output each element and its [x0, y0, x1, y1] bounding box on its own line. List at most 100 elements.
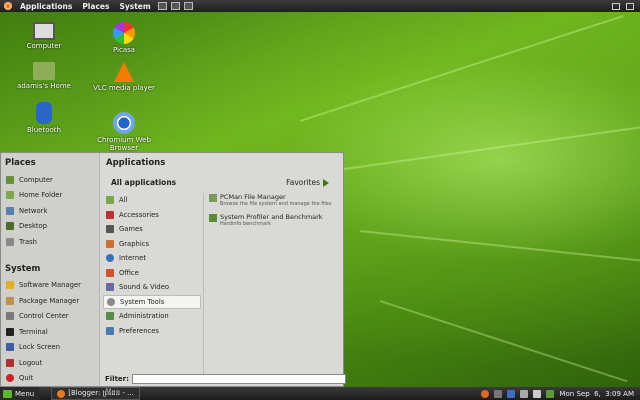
- picasa-icon: [113, 22, 135, 44]
- menu-icon: [3, 389, 12, 398]
- window-list-icon[interactable]: [612, 2, 620, 10]
- desktop-icon-picasa[interactable]: Picasa: [92, 22, 156, 54]
- category-games[interactable]: Games: [103, 222, 201, 237]
- shield-icon[interactable]: [507, 389, 516, 398]
- wallpaper-streak: [299, 14, 624, 122]
- network-icon[interactable]: [520, 389, 529, 398]
- category-label: Preferences: [119, 326, 159, 335]
- bottom-panel: Menu [Blogger: ព្រំដែន - ... Mon Sep 6, …: [0, 387, 640, 400]
- category-accessories[interactable]: Accessories: [103, 208, 201, 223]
- category-label: Graphics: [119, 239, 150, 248]
- applications-pane: Applications All applications Favorites …: [101, 153, 346, 386]
- wallpaper-streak: [379, 300, 628, 383]
- keyboard-icon[interactable]: [494, 389, 503, 398]
- category-graphics[interactable]: Graphics: [103, 237, 201, 252]
- all-icon: [106, 196, 114, 205]
- system-menu[interactable]: System: [114, 2, 155, 11]
- app-pcman-file-manager[interactable]: PCMan File Manager Browse the file syste…: [209, 193, 343, 207]
- bluetooth-icon: [36, 102, 52, 124]
- places-item-desktop[interactable]: Desktop: [1, 219, 99, 235]
- applications-menu[interactable]: Applications: [15, 2, 77, 11]
- file-manager-launcher-icon[interactable]: [157, 2, 167, 10]
- show-desktop-icon[interactable]: [626, 2, 634, 10]
- trash-icon: [6, 237, 14, 246]
- category-label: Internet: [119, 254, 146, 263]
- filter-input[interactable]: [131, 374, 346, 384]
- graphics-icon: [106, 239, 114, 248]
- places-column: Places Computer Home Folder Network Desk…: [1, 153, 100, 386]
- control-center-icon: [6, 312, 14, 321]
- category-list: All Accessories Games Graphics Internet …: [103, 193, 201, 338]
- category-internet[interactable]: Internet: [103, 251, 201, 266]
- update-notifier-icon[interactable]: [481, 389, 490, 398]
- category-label: Sound & Video: [119, 283, 170, 292]
- accessories-icon: [106, 210, 114, 219]
- battery-icon[interactable]: [546, 389, 555, 398]
- distro-logo-icon: [4, 2, 12, 10]
- software-manager-icon: [6, 281, 14, 290]
- system-item-logout[interactable]: Logout: [1, 355, 99, 371]
- applications-heading: Applications: [106, 158, 166, 168]
- app-description: Hardinfo benchmark: [220, 221, 272, 227]
- desktop-icon-vlc[interactable]: VLC media player: [92, 62, 156, 92]
- file-manager-icon: [209, 194, 217, 202]
- clock[interactable]: Mon Sep 6, 3:09 AM: [559, 390, 634, 398]
- app-system-profiler[interactable]: System Profiler and Benchmark Hardinfo b…: [209, 213, 343, 227]
- places-heading: Places: [5, 158, 36, 168]
- computer-icon: [6, 175, 14, 184]
- pane-divider: [203, 193, 204, 375]
- category-label: Administration: [119, 312, 169, 321]
- item-label: Desktop: [19, 222, 48, 231]
- favorites-label: Favorites: [286, 178, 320, 187]
- item-label: Package Manager: [19, 296, 80, 305]
- item-label: Computer: [19, 175, 53, 184]
- desktop-icon-label: Computer: [26, 42, 62, 50]
- category-sound-video[interactable]: Sound & Video: [103, 280, 201, 295]
- wallpaper-streak: [329, 125, 640, 172]
- system-item-control-center[interactable]: Control Center: [1, 309, 99, 325]
- desktop-icon-label: Picasa: [112, 46, 136, 54]
- system-item-terminal[interactable]: Terminal: [1, 324, 99, 340]
- places-item-home-folder[interactable]: Home Folder: [1, 188, 99, 204]
- volume-icon[interactable]: [533, 389, 542, 398]
- item-label: Terminal: [19, 327, 48, 336]
- system-item-package-manager[interactable]: Package Manager: [1, 293, 99, 309]
- system-item-quit[interactable]: Quit: [1, 371, 99, 387]
- system-item-software-manager[interactable]: Software Manager: [1, 278, 99, 294]
- category-all[interactable]: All: [103, 193, 201, 208]
- browser-launcher-icon[interactable]: [170, 2, 180, 10]
- quit-icon: [6, 374, 14, 383]
- desktop-icon-label: Bluetooth: [27, 126, 61, 134]
- desktop-icon-bluetooth[interactable]: Bluetooth: [12, 102, 76, 134]
- sound-video-icon: [106, 283, 114, 292]
- desktop-icon-home[interactable]: adamis's Home: [12, 62, 76, 90]
- desktop-icon-computer[interactable]: Computer: [12, 22, 76, 50]
- places-menu[interactable]: Places: [77, 2, 114, 11]
- favorites-button[interactable]: Favorites: [286, 178, 329, 187]
- desktop-icon: [6, 222, 14, 231]
- taskbar-item-label: [Blogger: ព្រំដែន - ...: [68, 388, 134, 397]
- places-item-network[interactable]: Network: [1, 203, 99, 219]
- category-office[interactable]: Office: [103, 266, 201, 281]
- network-icon: [6, 206, 14, 215]
- arrow-right-icon: [323, 178, 329, 187]
- system-item-lock-screen[interactable]: Lock Screen: [1, 340, 99, 356]
- category-preferences[interactable]: Preferences: [103, 324, 201, 339]
- item-label: Quit: [19, 374, 34, 383]
- category-label: All: [119, 196, 128, 205]
- places-item-trash[interactable]: Trash: [1, 234, 99, 250]
- terminal-launcher-icon[interactable]: [183, 2, 193, 10]
- places-item-computer[interactable]: Computer: [1, 172, 99, 188]
- home-folder-icon: [33, 62, 55, 80]
- desktop-icon-chromium[interactable]: Chromium Web Browser: [92, 112, 156, 152]
- filter-row: Filter:: [105, 374, 346, 384]
- category-system-tools[interactable]: System Tools: [103, 294, 201, 309]
- category-label: Office: [119, 268, 139, 277]
- taskbar-item-browser[interactable]: [Blogger: ព្រំដែន - ...: [51, 387, 140, 400]
- system-tools-icon: [107, 297, 115, 306]
- firefox-icon: [57, 389, 66, 398]
- profiler-icon: [209, 214, 217, 222]
- category-administration[interactable]: Administration: [103, 309, 201, 324]
- category-label: Games: [119, 225, 143, 234]
- menu-button[interactable]: Menu: [0, 387, 40, 400]
